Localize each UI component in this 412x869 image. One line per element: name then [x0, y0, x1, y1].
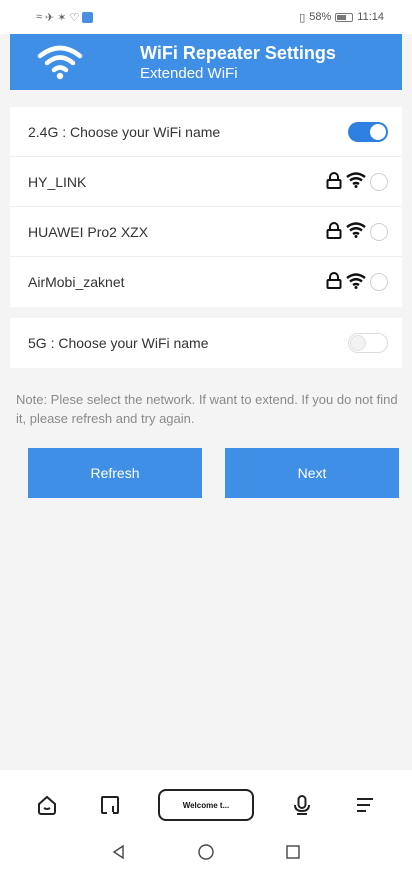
wifi-signal-icon	[346, 272, 366, 292]
menu-icon[interactable]	[351, 791, 379, 819]
header-banner: WiFi Repeater Settings Extended WiFi	[10, 34, 402, 90]
network-name: AirMobi_zaknet	[28, 274, 125, 290]
status-icons-left: ≈ ✈ ✶ ♡	[36, 11, 94, 24]
battery-icon	[335, 12, 354, 22]
wifi-signal-icon	[346, 172, 366, 191]
band-5-toggle[interactable]	[348, 333, 388, 353]
band-24-toggle[interactable]	[348, 121, 388, 142]
system-nav-bar	[0, 840, 412, 869]
heart-icon: ♡	[69, 11, 80, 24]
battery-percent: 58%	[309, 11, 332, 23]
lock-icon	[326, 272, 342, 292]
refresh-button[interactable]: Refresh	[28, 448, 202, 498]
network-name: HUAWEI Pro2 XZX	[28, 223, 149, 240]
tabs-icon[interactable]	[96, 791, 124, 819]
network-name: HY_LINK	[28, 173, 87, 190]
microphone-icon[interactable]	[288, 791, 316, 819]
band-5-label: 5G : Choose your WiFi name	[28, 335, 209, 351]
signal-icon: ≈	[36, 11, 43, 23]
network-item-huawei-pro2[interactable]: HUAWEI Pro2 XZX	[10, 207, 402, 257]
band-5-panel: 5G : Choose your WiFi name	[10, 318, 402, 368]
clock: 11:14	[357, 11, 384, 23]
band-24-panel: 2.4G : Choose your WiFi name HY_LINK HUA…	[10, 107, 402, 307]
page-title: WiFi Repeater Settings	[140, 42, 336, 63]
notification-icon: ✶	[57, 11, 67, 24]
airplane-icon: ✈	[45, 11, 55, 24]
network-radio[interactable]	[370, 222, 388, 241]
wifi-signal-icon	[346, 222, 366, 241]
home-icon[interactable]	[33, 791, 61, 819]
lock-icon	[326, 221, 342, 242]
network-radio[interactable]	[370, 172, 388, 191]
lock-icon	[326, 171, 342, 192]
network-radio[interactable]	[370, 273, 388, 291]
page-subtitle: Extended WiFi	[140, 64, 238, 82]
help-note: Note: Plese select the network. If want …	[16, 392, 398, 426]
back-icon[interactable]	[111, 844, 127, 865]
app-notification-icon	[82, 11, 94, 23]
band-5-row: 5G : Choose your WiFi name	[10, 318, 402, 368]
status-icons-right: ▯ 58% 11:14	[299, 11, 384, 24]
browser-toolbar: Welcome t...	[0, 770, 412, 840]
network-item-airmobi[interactable]: AirMobi_zaknet	[10, 257, 402, 307]
status-bar: ≈ ✈ ✶ ♡ ▯ 58% 11:14	[0, 0, 412, 34]
wifi-icon	[10, 34, 110, 90]
network-item-hy-link[interactable]: HY_LINK	[10, 157, 402, 207]
band-24-label: 2.4G : Choose your WiFi name	[28, 123, 221, 140]
address-bar[interactable]: Welcome t...	[157, 789, 254, 821]
vibrate-icon: ▯	[299, 11, 306, 24]
home-nav-icon[interactable]	[197, 843, 215, 866]
next-button[interactable]: Next	[225, 448, 399, 498]
recents-icon[interactable]	[285, 844, 301, 865]
band-24-row: 2.4G : Choose your WiFi name	[10, 107, 402, 157]
